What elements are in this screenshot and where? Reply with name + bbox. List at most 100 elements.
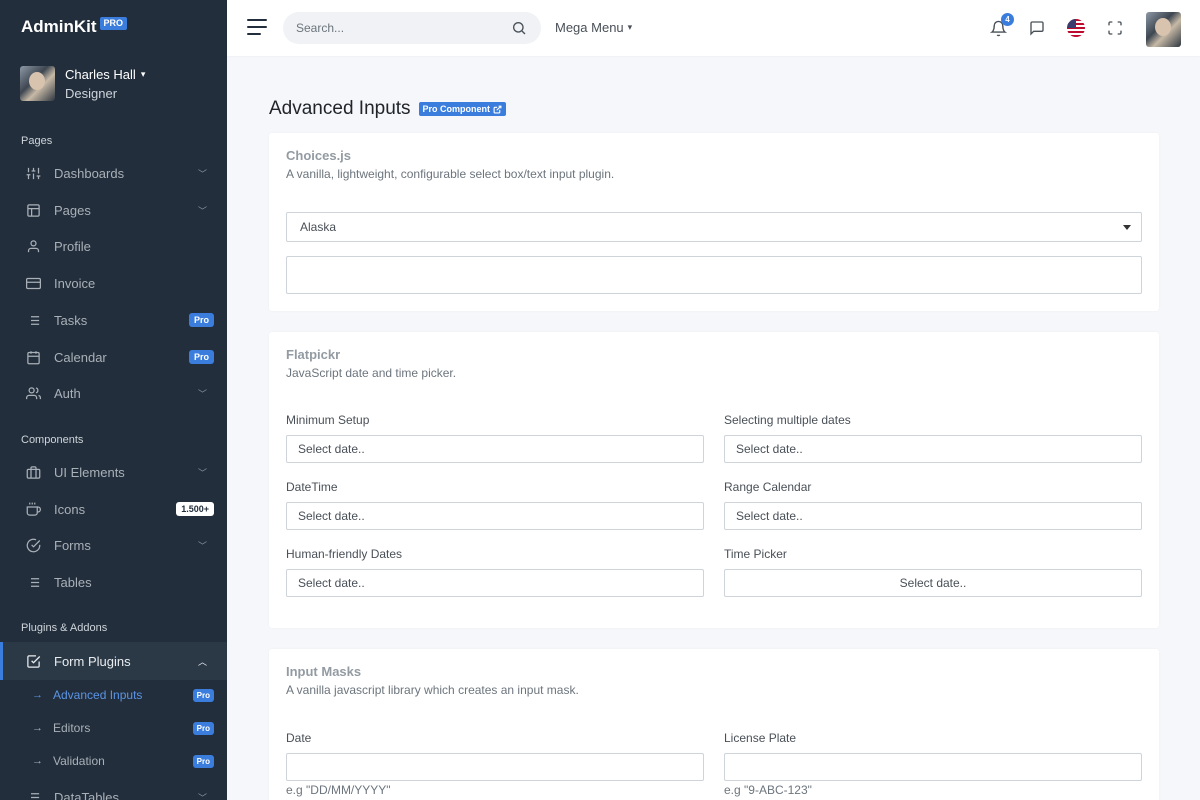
sidebar-item-forms[interactable]: Forms ﹀	[0, 527, 227, 563]
pro-badge: Pro	[188, 313, 214, 327]
sidebar-header-components: Components	[21, 434, 84, 446]
sidebar-item-icons[interactable]: Icons 1.500+	[0, 491, 227, 527]
sidebar-item-profile[interactable]: Profile	[0, 228, 227, 264]
menu-toggle-icon[interactable]	[247, 19, 267, 35]
card-title: Input Masks	[286, 664, 362, 679]
credit-card-icon	[25, 275, 41, 291]
brand-name: AdminKit	[21, 17, 97, 36]
sidebar-header-plugins: Plugins & Addons	[21, 622, 108, 634]
user-icon	[25, 238, 41, 254]
state-select[interactable]: Alaska	[286, 212, 1142, 242]
card-title: Flatpickr	[286, 347, 341, 362]
sidebar-item-label: Invoice	[54, 275, 96, 291]
sidebar-item-label: Icons	[54, 501, 86, 517]
avatar	[20, 66, 55, 101]
sidebar-item-invoice[interactable]: Invoice	[0, 265, 227, 301]
sidebar-item-pages[interactable]: Pages ﹀	[0, 192, 227, 228]
pro-badge: Pro	[192, 688, 214, 702]
chevron-up-icon: ︿	[197, 656, 207, 667]
user-name-dropdown[interactable]: Charles Hall ▾	[65, 67, 145, 82]
pro-badge: Pro	[192, 721, 214, 735]
mega-menu-dropdown[interactable]: Mega Menu ▾	[555, 20, 632, 35]
pro-component-label: Pro Component	[422, 104, 491, 114]
license-plate-hint: e.g "9-ABC-123"	[724, 783, 812, 797]
sidebar-subitem-validation[interactable]: → Validation Pro	[0, 746, 227, 776]
mega-menu-label: Mega Menu	[555, 20, 624, 35]
sidebar-item-calendar[interactable]: Calendar Pro	[0, 339, 227, 375]
multiple-dates-input[interactable]	[724, 435, 1142, 463]
message-square-icon	[1030, 21, 1044, 36]
maximize-icon	[1108, 21, 1122, 35]
sidebar-subitem-label: Editors	[53, 721, 91, 735]
sidebar-item-tables[interactable]: Tables	[0, 564, 227, 600]
external-link-icon	[493, 105, 502, 113]
topbar: Mega Menu ▾ 4	[227, 0, 1200, 56]
human-friendly-input[interactable]	[286, 569, 704, 597]
flatpickr-card: Flatpickr JavaScript date and time picke…	[269, 332, 1159, 628]
calendar-icon	[25, 349, 41, 365]
sidebar-item-label: Pages	[54, 202, 91, 218]
sidebar-item-datatables[interactable]: DataTables ﹀	[0, 779, 227, 800]
layout-icon	[25, 202, 41, 218]
sidebar-subitem-editors[interactable]: → Editors Pro	[0, 713, 227, 743]
sidebar-item-label: Forms	[54, 537, 91, 553]
check-square-icon	[25, 653, 41, 669]
sidebar-item-label: Tables	[54, 574, 92, 590]
minimum-setup-input[interactable]	[286, 435, 704, 463]
time-picker-input[interactable]	[724, 569, 1142, 597]
license-plate-input[interactable]	[724, 753, 1142, 781]
fullscreen-button[interactable]	[1106, 19, 1124, 37]
sidebar-item-dashboards[interactable]: Dashboards ﹀	[0, 155, 227, 191]
arrow-right-icon: →	[32, 689, 43, 701]
range-calendar-label: Range Calendar	[724, 480, 812, 494]
sliders-icon	[25, 165, 41, 181]
sidebar-item-tasks[interactable]: Tasks Pro	[0, 302, 227, 338]
pro-component-badge[interactable]: Pro Component	[418, 102, 507, 116]
sidebar-item-label: Tasks	[54, 312, 88, 328]
sidebar-item-label: DataTables	[54, 789, 120, 800]
sidebar: AdminKit PRO Charles Hall ▾ Designer Pag…	[0, 0, 227, 800]
count-badge: 1.500+	[176, 502, 214, 516]
language-selector[interactable]	[1067, 19, 1085, 37]
list-icon	[25, 789, 41, 800]
chevron-down-icon: ﹀	[197, 792, 207, 800]
search-input[interactable]	[296, 21, 496, 35]
notification-count-badge: 4	[1001, 13, 1014, 26]
sidebar-item-ui-elements[interactable]: UI Elements ﹀	[0, 454, 227, 490]
chevron-down-icon: ▾	[627, 22, 633, 32]
messages-button[interactable]	[1028, 19, 1046, 37]
date-mask-input[interactable]	[286, 753, 704, 781]
sidebar-item-form-plugins[interactable]: Form Plugins ︿	[0, 642, 227, 680]
sidebar-user[interactable]: Charles Hall ▾ Designer	[20, 66, 145, 101]
brand-logo[interactable]: AdminKit PRO	[21, 17, 128, 37]
choices-card: Choices.js A vanilla, lightweight, confi…	[269, 133, 1159, 311]
list-icon	[25, 312, 41, 328]
choices-multi-input[interactable]	[286, 256, 1142, 294]
brand-pro-badge: PRO	[99, 17, 128, 30]
sidebar-subitem-advanced-inputs[interactable]: → Advanced Inputs Pro	[0, 680, 227, 710]
pro-badge: Pro	[188, 350, 214, 364]
coffee-icon	[25, 501, 41, 517]
chevron-down-icon: ﹀	[197, 467, 207, 478]
user-role: Designer	[65, 85, 118, 101]
check-circle-icon	[25, 537, 41, 553]
notifications-button[interactable]: 4	[989, 13, 1014, 37]
sidebar-item-label: Form Plugins	[54, 653, 131, 669]
chevron-down-icon: ▾	[140, 68, 146, 79]
human-friendly-label: Human-friendly Dates	[286, 547, 403, 561]
time-picker-label: Time Picker	[724, 547, 787, 561]
sidebar-item-label: Dashboards	[54, 165, 125, 181]
sidebar-item-label: Profile	[54, 238, 91, 254]
avatar[interactable]	[1146, 12, 1181, 47]
datetime-input[interactable]	[286, 502, 704, 530]
multiple-dates-label: Selecting multiple dates	[724, 413, 851, 427]
chevron-down-icon: ﹀	[197, 168, 207, 179]
arrow-right-icon: →	[32, 755, 43, 767]
search-icon[interactable]	[511, 20, 527, 39]
sidebar-item-label: UI Elements	[54, 464, 125, 480]
date-mask-hint: e.g "DD/MM/YYYY"	[286, 783, 391, 797]
range-calendar-input[interactable]	[724, 502, 1142, 530]
briefcase-icon	[25, 464, 41, 480]
datetime-label: DateTime	[286, 480, 338, 494]
sidebar-item-auth[interactable]: Auth ﹀	[0, 375, 227, 411]
